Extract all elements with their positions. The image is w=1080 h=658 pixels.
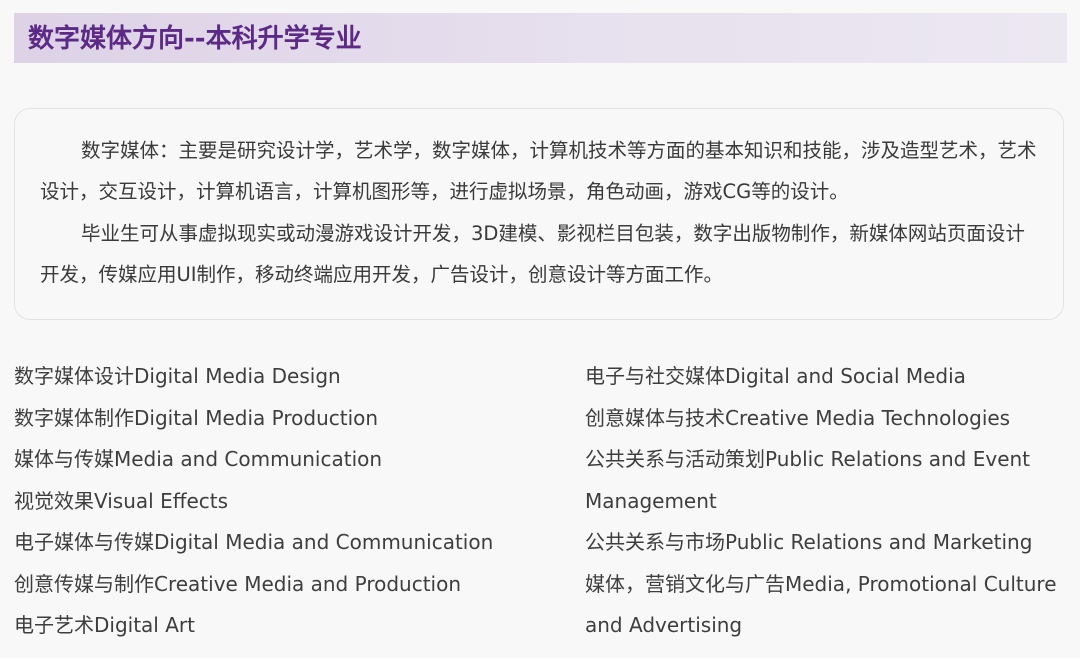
list-item: 公共关系与市场Public Relations and Marketing [585,530,1033,554]
list-item: 媒体与传媒Media and Communication [14,447,383,471]
list-item: 数字媒体设计Digital Media Design [14,364,341,388]
list-item: 媒体，营销文化与广告Media, Promotional Culture and… [585,571,1057,638]
section-header: 数字媒体方向--本科升学专业 [14,13,1067,63]
list-item: 数字媒体制作Digital Media Production [14,405,379,430]
intro-paragraph-2: 毕业生可从事虚拟现实或动漫游戏设计开发，3D建模、影视栏目包装，数字出版物制作，… [40,222,1025,286]
list-item: 公共关系与活动策划Public Relations and Event Mana… [585,447,1031,513]
intro-paragraph-1: 数字媒体：主要是研究设计学，艺术学，数字媒体，计算机技术等方面的基本知识和技能，… [40,139,1037,203]
majors-list-right: 电子与社交媒体Digital and Social Media 创意媒体与技术C… [585,356,1065,647]
list-item: 创意传媒与制作Creative Media and Production [14,571,462,596]
section-title: 数字媒体方向--本科升学专业 [28,24,362,54]
list-item: 视觉效果Visual Effects [14,488,229,513]
list-item: 电子媒体与传媒Digital Media and Communication [14,530,494,554]
list-item: 电子与社交媒体Digital and Social Media [585,364,966,388]
list-item: 电子艺术Digital Art [14,613,195,637]
intro-box: 数字媒体：主要是研究设计学，艺术学，数字媒体，计算机技术等方面的基本知识和技能，… [14,108,1064,320]
majors-list-left: 数字媒体设计Digital Media Design 数字媒体制作Digital… [14,356,554,647]
list-item: 创意媒体与技术Creative Media Technologies [585,405,1011,430]
